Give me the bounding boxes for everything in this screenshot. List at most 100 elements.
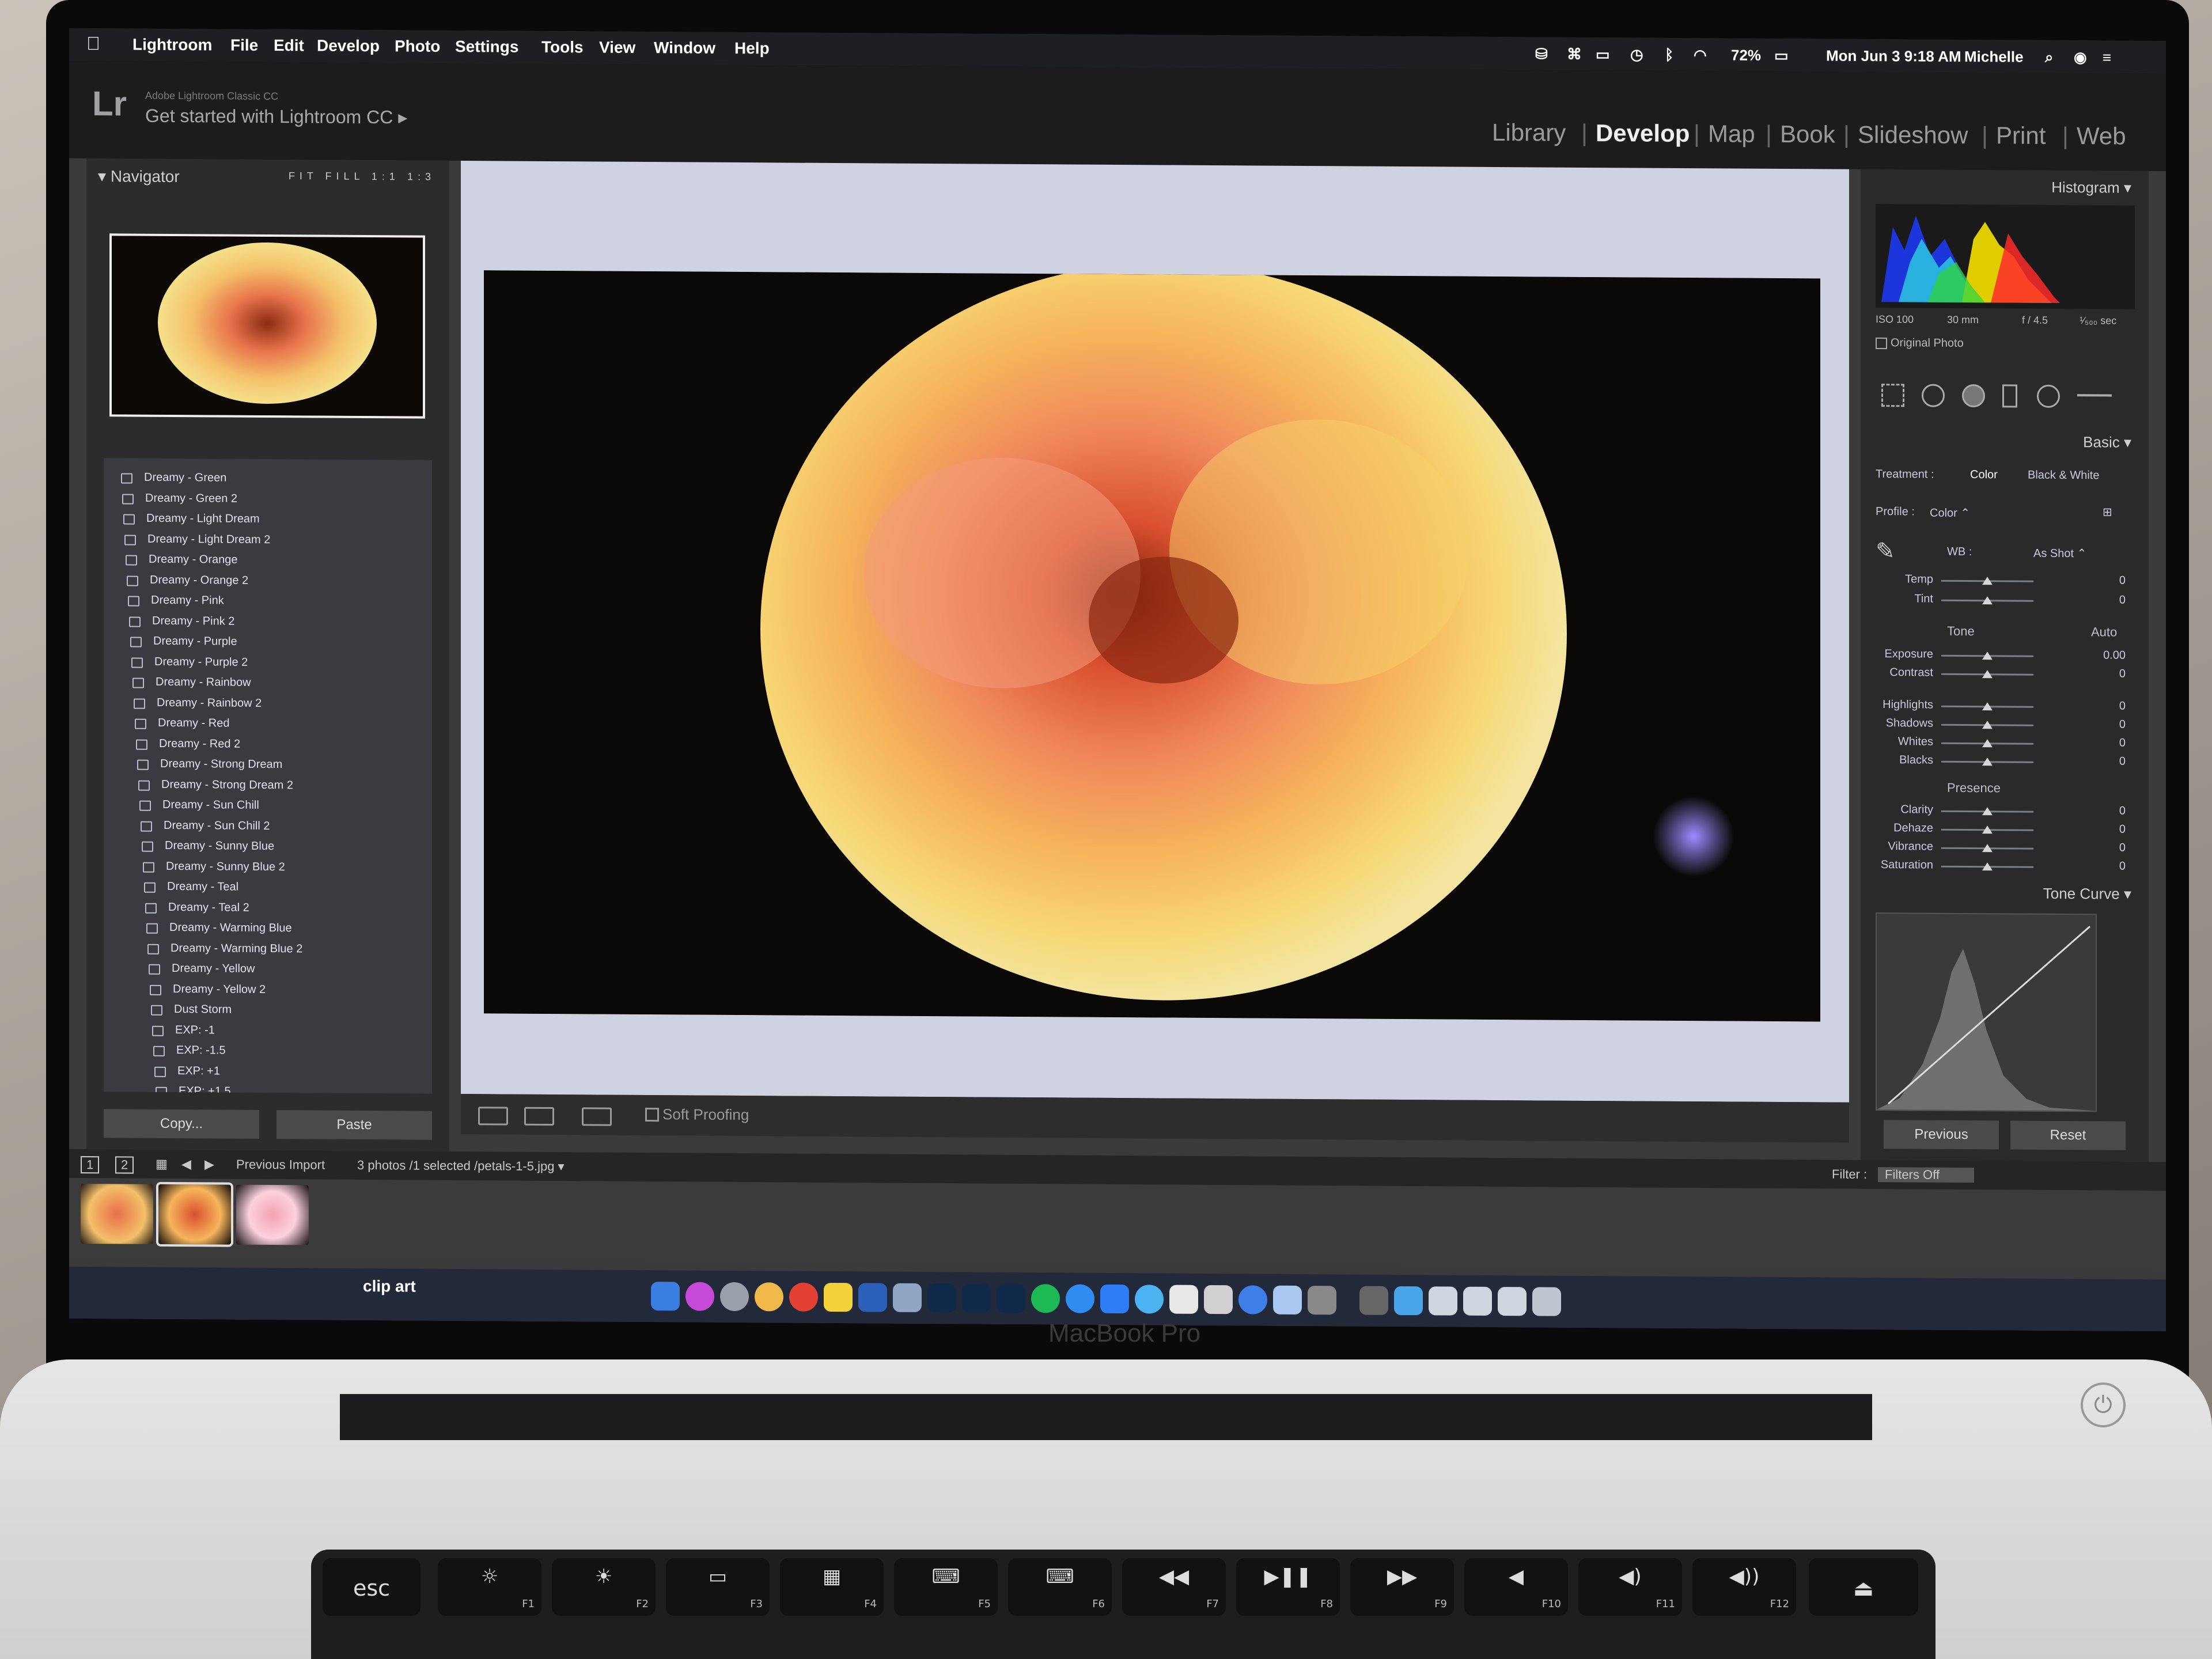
- slider-value[interactable]: 0: [2119, 755, 2126, 768]
- preset-item[interactable]: Dreamy - Strong Dream 2: [127, 777, 426, 796]
- menu-develop[interactable]: Develop: [317, 37, 380, 56]
- preview-icon[interactable]: [893, 1283, 922, 1312]
- slider-thumb[interactable]: [1982, 577, 1993, 585]
- loupe-view-icon[interactable]: [478, 1107, 508, 1126]
- spotlight-icon[interactable]: ⌕: [2045, 48, 2054, 67]
- slider-value[interactable]: 0: [2119, 668, 2126, 681]
- utility-icon[interactable]: [1359, 1286, 1388, 1315]
- calendar-icon[interactable]: [1169, 1285, 1198, 1314]
- document-icon[interactable]: [1498, 1287, 1527, 1316]
- preset-item[interactable]: Dreamy - Green: [109, 469, 409, 488]
- original-photo-checkbox[interactable]: [1876, 338, 1887, 350]
- module-web[interactable]: Web: [2077, 122, 2126, 150]
- filmstrip-selection[interactable]: 3 photos /1 selected /petals-1-5.jpg ▾: [357, 1158, 565, 1174]
- slider-thumb[interactable]: [1982, 807, 1993, 816]
- clock[interactable]: Mon Jun 3 9:18 AM: [1826, 47, 1961, 66]
- preset-item[interactable]: Dreamy - Red 2: [124, 736, 424, 755]
- profile-select[interactable]: Color ⌃: [1930, 506, 1970, 520]
- preset-item[interactable]: Dreamy - Rainbow 2: [122, 695, 422, 714]
- soft-proofing-checkbox[interactable]: [645, 1107, 659, 1122]
- f1-key[interactable]: ☼ F1: [438, 1558, 541, 1616]
- menu-help[interactable]: Help: [734, 39, 770, 58]
- slider-thumb[interactable]: [1982, 825, 1993, 834]
- slider-value[interactable]: 0: [2119, 737, 2126, 750]
- get-started-link[interactable]: Get started with Lightroom CC ▸: [145, 105, 407, 128]
- preset-item[interactable]: Dreamy - Red: [123, 715, 423, 734]
- preset-item[interactable]: Dreamy - Pink: [116, 592, 416, 611]
- f12-key[interactable]: ◀)) F12: [1692, 1558, 1796, 1616]
- slider-thumb[interactable]: [1982, 862, 1993, 871]
- spotify-icon[interactable]: [1031, 1284, 1060, 1313]
- preset-item[interactable]: EXP: -1.5: [142, 1043, 432, 1062]
- slider-value[interactable]: 0: [2119, 700, 2126, 713]
- eject-key[interactable]: ⏏: [1809, 1558, 1918, 1616]
- preset-item[interactable]: Dreamy - Sun Chill 2: [129, 817, 429, 836]
- crop-icon[interactable]: [1881, 384, 1904, 407]
- menu-app[interactable]: Lightroom: [132, 36, 212, 55]
- app-store-icon[interactable]: [1100, 1284, 1129, 1314]
- forward-arrow-icon[interactable]: ▶: [204, 1157, 214, 1172]
- preset-item[interactable]: Dreamy - Purple 2: [120, 654, 419, 673]
- f9-key[interactable]: ▶▶ F9: [1350, 1558, 1454, 1616]
- document-icon[interactable]: [1429, 1286, 1457, 1316]
- module-slideshow[interactable]: Slideshow: [1858, 121, 1968, 149]
- f11-key[interactable]: ◀) F11: [1578, 1558, 1682, 1616]
- preset-item[interactable]: Dreamy - Purple: [119, 633, 418, 652]
- slider-thumb[interactable]: [1982, 844, 1993, 853]
- power-button-icon[interactable]: ⏻: [2081, 1382, 2126, 1427]
- copy-button[interactable]: Copy...: [104, 1109, 259, 1139]
- histogram[interactable]: [1876, 204, 2135, 309]
- filmstrip-source[interactable]: Previous Import: [236, 1157, 325, 1173]
- folder-icon[interactable]: [1394, 1286, 1423, 1316]
- f8-key[interactable]: ▶❚❚ F8: [1236, 1558, 1340, 1616]
- slider-thumb[interactable]: [1982, 757, 1993, 766]
- notes-icon[interactable]: [824, 1282, 853, 1312]
- user-name[interactable]: Michelle: [1964, 48, 2024, 66]
- apple-menu-icon[interactable]: : [86, 33, 100, 54]
- tone-auto-button[interactable]: Auto: [2091, 624, 2117, 639]
- word-icon[interactable]: [858, 1283, 887, 1312]
- preset-item[interactable]: EXP: -1: [141, 1022, 432, 1041]
- trash-icon[interactable]: [1532, 1287, 1561, 1316]
- menu-view[interactable]: View: [599, 39, 635, 57]
- chrome-icon[interactable]: [789, 1282, 818, 1312]
- airplay-icon[interactable]: ▭: [1596, 46, 1610, 63]
- back-arrow-icon[interactable]: ◀: [181, 1157, 191, 1172]
- battery-percent[interactable]: 72%: [1731, 47, 1761, 65]
- system-icon[interactable]: [1238, 1285, 1267, 1315]
- slider-value[interactable]: 0: [2119, 823, 2126, 836]
- preset-item[interactable]: Dreamy - Pink 2: [118, 613, 417, 632]
- esc-key[interactable]: esc: [323, 1558, 421, 1616]
- document-icon[interactable]: [1463, 1286, 1492, 1316]
- navigator-title[interactable]: ▾ Navigator: [98, 166, 180, 186]
- bluetooth-icon[interactable]: ᛒ: [1665, 46, 1674, 64]
- preset-item[interactable]: Dreamy - Light Dream: [112, 510, 411, 529]
- monitor-2-button[interactable]: 2: [115, 1156, 134, 1174]
- f5-key[interactable]: ⌨ F5: [894, 1558, 998, 1616]
- spot-removal-icon[interactable]: [1922, 384, 1945, 407]
- contacts-icon[interactable]: [1204, 1285, 1233, 1315]
- f10-key[interactable]: ◀ F10: [1464, 1558, 1568, 1616]
- grid-view-icon[interactable]: ▦: [156, 1157, 168, 1172]
- f4-key[interactable]: ▦ F4: [780, 1558, 884, 1616]
- f6-key[interactable]: ⌨ F6: [1008, 1558, 1112, 1616]
- slider-thumb[interactable]: [1982, 721, 1993, 729]
- histogram-title[interactable]: Histogram ▾: [2051, 179, 2131, 197]
- before-after-icon[interactable]: [524, 1107, 554, 1126]
- tone-curve[interactable]: [1876, 912, 2097, 1112]
- finder-icon[interactable]: [651, 1282, 680, 1311]
- slider-thumb[interactable]: [1982, 739, 1993, 748]
- module-book[interactable]: Book: [1780, 120, 1835, 149]
- utility-icon[interactable]: [1273, 1285, 1302, 1315]
- preset-item[interactable]: Dreamy - Orange: [114, 551, 414, 570]
- menu-window[interactable]: Window: [654, 39, 715, 58]
- filmstrip-thumb[interactable]: [81, 1184, 153, 1244]
- f2-key[interactable]: ☀ F2: [552, 1558, 656, 1616]
- photos-icon[interactable]: [755, 1282, 783, 1312]
- navigator-preview[interactable]: [109, 233, 425, 419]
- slider-thumb[interactable]: [1982, 652, 1993, 660]
- filmstrip-thumb[interactable]: [236, 1184, 309, 1245]
- preset-item[interactable]: Dreamy - Rainbow: [121, 674, 421, 693]
- tone-curve-title[interactable]: Tone Curve ▾: [2043, 885, 2131, 903]
- notification-center-icon[interactable]: ≡: [2103, 48, 2111, 66]
